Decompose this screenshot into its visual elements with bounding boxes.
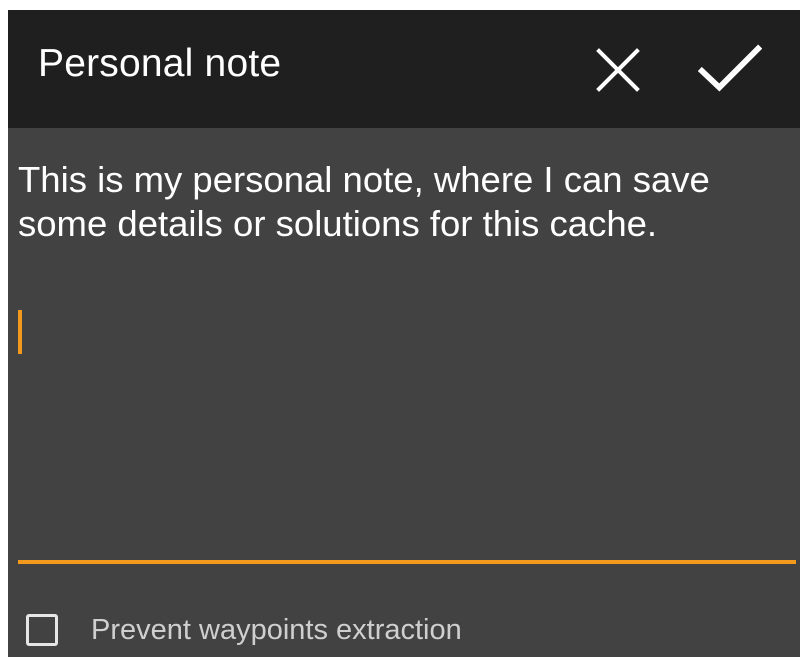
save-button[interactable] xyxy=(698,38,762,102)
note-text-field[interactable]: This is my personal note, where I can sa… xyxy=(18,158,790,568)
prevent-waypoints-checkbox[interactable] xyxy=(26,614,58,646)
close-button[interactable] xyxy=(586,38,650,102)
dialog-title: Personal note xyxy=(38,42,282,85)
text-field-underline xyxy=(18,560,796,564)
checkmark-icon xyxy=(698,44,762,92)
close-icon xyxy=(596,48,640,92)
dialog-titlebar: Personal note xyxy=(8,10,800,128)
personal-note-dialog: Personal note This is my personal note, … xyxy=(8,10,800,657)
prevent-waypoints-label: Prevent waypoints extraction xyxy=(91,613,462,646)
prevent-waypoints-option[interactable]: Prevent waypoints extraction xyxy=(26,608,462,652)
text-caret xyxy=(18,310,22,354)
note-text: This is my personal note, where I can sa… xyxy=(18,159,720,244)
